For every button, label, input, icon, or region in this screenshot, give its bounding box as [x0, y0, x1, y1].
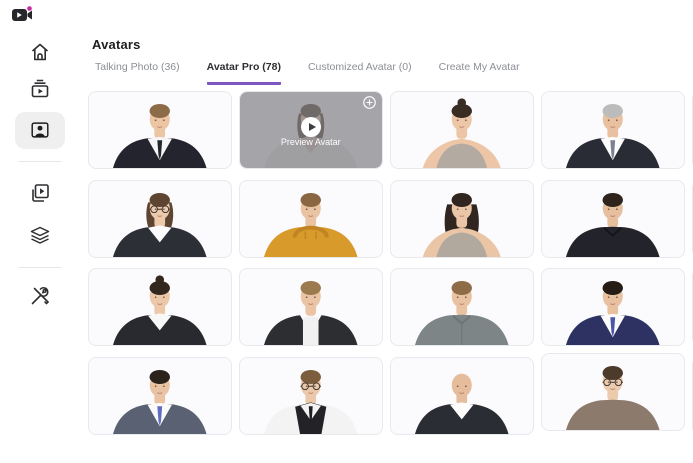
- avatar-portrait-icon: [29, 119, 51, 141]
- avatar-image: [89, 181, 231, 257]
- avatar-image: [391, 358, 533, 434]
- avatar-image: [89, 358, 231, 434]
- sidebar-item-assets[interactable]: [28, 223, 52, 247]
- tab-avatar-pro[interactable]: Avatar Pro (78): [207, 61, 281, 85]
- avatar-image: [391, 181, 533, 257]
- avatar-card[interactable]: [88, 91, 232, 169]
- sidebar-item-my-videos[interactable]: [28, 181, 52, 205]
- avatar-image: [391, 269, 533, 345]
- avatar-image: [240, 181, 382, 257]
- avatar-card[interactable]: [390, 91, 534, 169]
- avatar-card[interactable]: [239, 180, 383, 258]
- avatar-card[interactable]: [390, 180, 534, 258]
- avatar-image: [89, 269, 231, 345]
- layers-icon: [28, 223, 52, 247]
- avatar-image: [542, 92, 684, 168]
- sidebar-item-tools[interactable]: [28, 284, 52, 308]
- avatar-card[interactable]: [541, 353, 685, 431]
- avatar-image: [240, 269, 382, 345]
- preview-overlay: Preview Avatar: [240, 92, 382, 168]
- avatar-image: [89, 92, 231, 168]
- avatar-card[interactable]: [88, 357, 232, 435]
- avatar-card[interactable]: [239, 357, 383, 435]
- avatar-image: [542, 269, 684, 345]
- avatar-card[interactable]: [541, 91, 685, 169]
- plus-circle-icon[interactable]: [363, 96, 376, 109]
- sidebar-divider: [18, 161, 62, 162]
- sidebar-divider: [18, 267, 62, 268]
- my-videos-icon: [28, 181, 52, 205]
- avatar-grid: Preview Avatar: [88, 91, 693, 463]
- avatar-card[interactable]: [390, 357, 534, 435]
- avatar-image: [542, 354, 684, 430]
- page-title: Avatars: [92, 37, 141, 52]
- tab-bar: Talking Photo (36) Avatar Pro (78) Custo…: [95, 61, 547, 85]
- home-icon: [28, 40, 52, 64]
- tab-create-my-avatar[interactable]: Create My Avatar: [439, 61, 520, 85]
- preview-avatar-label: Preview Avatar: [240, 137, 382, 147]
- avatar-card[interactable]: [541, 180, 685, 258]
- avatar-card[interactable]: [541, 268, 685, 346]
- avatar-card[interactable]: [88, 180, 232, 258]
- avatar-image: [240, 358, 382, 434]
- avatar-image: [542, 181, 684, 257]
- play-icon[interactable]: [301, 117, 321, 137]
- avatar-card[interactable]: [239, 268, 383, 346]
- tools-icon: [28, 284, 52, 308]
- avatar-card[interactable]: [88, 268, 232, 346]
- avatar-image: [391, 92, 533, 168]
- sidebar: [0, 0, 80, 463]
- avatar-card-hovered[interactable]: Preview Avatar: [239, 91, 383, 169]
- video-template-icon: [28, 77, 52, 101]
- tab-customized-avatar[interactable]: Customized Avatar (0): [308, 61, 412, 85]
- sidebar-item-templates[interactable]: [28, 77, 52, 101]
- sidebar-item-avatars[interactable]: [15, 112, 65, 149]
- sidebar-item-home[interactable]: [28, 40, 52, 64]
- app-logo-icon: [11, 5, 33, 25]
- tab-talking-photo[interactable]: Talking Photo (36): [95, 61, 180, 85]
- avatar-card[interactable]: [390, 268, 534, 346]
